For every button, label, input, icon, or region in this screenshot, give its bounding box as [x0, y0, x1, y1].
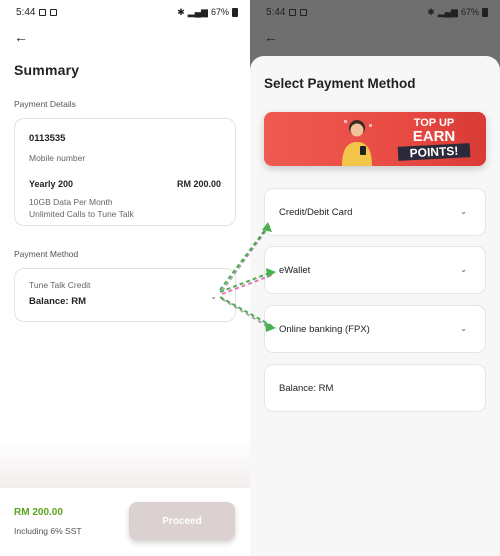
option-label: Balance: RM [279, 382, 334, 394]
summary-screen: 5:44 ✱ ▂▄▆ 67% ← Summary Payment Details… [0, 0, 250, 556]
tax-note: Including 6% SST [14, 526, 82, 536]
option-credit-debit-card[interactable]: Credit/Debit Card ⌄ [264, 188, 486, 236]
signal-icon: ▂▄▆ [187, 6, 208, 17]
payment-method-label: Payment Method [14, 249, 79, 259]
status-bar: 5:44 ✱ ▂▄▆ 67% [250, 0, 500, 24]
payment-method-screen: 5:44 ✱ ▂▄▆ 67% ← Select Payment Method T… [250, 0, 500, 556]
option-label: eWallet [279, 264, 311, 276]
payment-method-selector[interactable]: Tune Talk Credit Balance: RM ⌄ [14, 268, 236, 322]
chevron-down-icon[interactable]: ⌄ [210, 292, 217, 301]
promo-banner[interactable]: TOP UP EARN POINTS! [264, 112, 486, 166]
payment-method-balance: Balance: RM [29, 296, 87, 307]
chevron-down-icon: ⌄ [460, 324, 467, 333]
plan-feature-calls: Unlimited Calls to Tune Talk [29, 209, 134, 219]
mobile-number: 0113535 [29, 133, 66, 144]
option-online-banking[interactable]: Online banking (FPX) ⌄ [264, 305, 486, 353]
payment-method-sheet: Select Payment Method TOP UP EARN POINTS… [250, 56, 500, 556]
status-time: 5:44 [16, 6, 36, 18]
status-battery: 67% [210, 7, 229, 17]
status-battery: 67% [460, 7, 479, 17]
promo-line-2: EARN [412, 128, 456, 145]
payment-details-card: 0113535 Mobile number Yearly 200 RM 200.… [14, 118, 236, 226]
chevron-down-icon: ⌄ [460, 265, 467, 274]
back-arrow-icon[interactable]: ← [14, 30, 28, 44]
page-title: Summary [14, 62, 80, 78]
plan-feature-data: 10GB Data Per Month [29, 197, 113, 207]
notification-icon [50, 8, 58, 16]
mobile-number-label: Mobile number [29, 153, 86, 163]
person-with-phone-illustration [342, 120, 372, 166]
battery-icon [482, 7, 488, 17]
promo-banner-text: TOP UP EARN POINTS! [386, 118, 482, 161]
footer-shadow [0, 440, 250, 488]
bluetooth-icon: ✱ [427, 6, 435, 17]
option-ewallet[interactable]: eWallet ⌄ [264, 246, 486, 294]
bluetooth-icon: ✱ [177, 6, 185, 17]
plan-price: RM 200.00 [176, 179, 221, 189]
proceed-button[interactable]: Proceed [129, 502, 235, 540]
notification-icon [300, 8, 308, 16]
chevron-down-icon: ⌄ [460, 207, 467, 216]
checkout-footer: RM 200.00 Including 6% SST Proceed [0, 488, 250, 556]
option-balance[interactable]: Balance: RM [264, 364, 486, 412]
payment-method-name: Tune Talk Credit [29, 280, 91, 290]
status-time: 5:44 [266, 6, 286, 18]
plan-name: Yearly 200 [29, 179, 74, 189]
battery-icon [232, 7, 238, 17]
gallery-icon [39, 8, 47, 16]
gallery-icon [289, 8, 297, 16]
option-label: Credit/Debit Card [279, 206, 353, 218]
promo-line-3: POINTS! [397, 143, 471, 161]
signal-icon: ▂▄▆ [437, 6, 458, 17]
option-label: Online banking (FPX) [279, 323, 370, 335]
back-arrow-icon[interactable]: ← [264, 30, 278, 44]
sheet-title: Select Payment Method [264, 76, 416, 91]
payment-details-label: Payment Details [14, 99, 76, 109]
status-bar: 5:44 ✱ ▂▄▆ 67% [0, 0, 250, 24]
total-amount: RM 200.00 [14, 507, 63, 518]
